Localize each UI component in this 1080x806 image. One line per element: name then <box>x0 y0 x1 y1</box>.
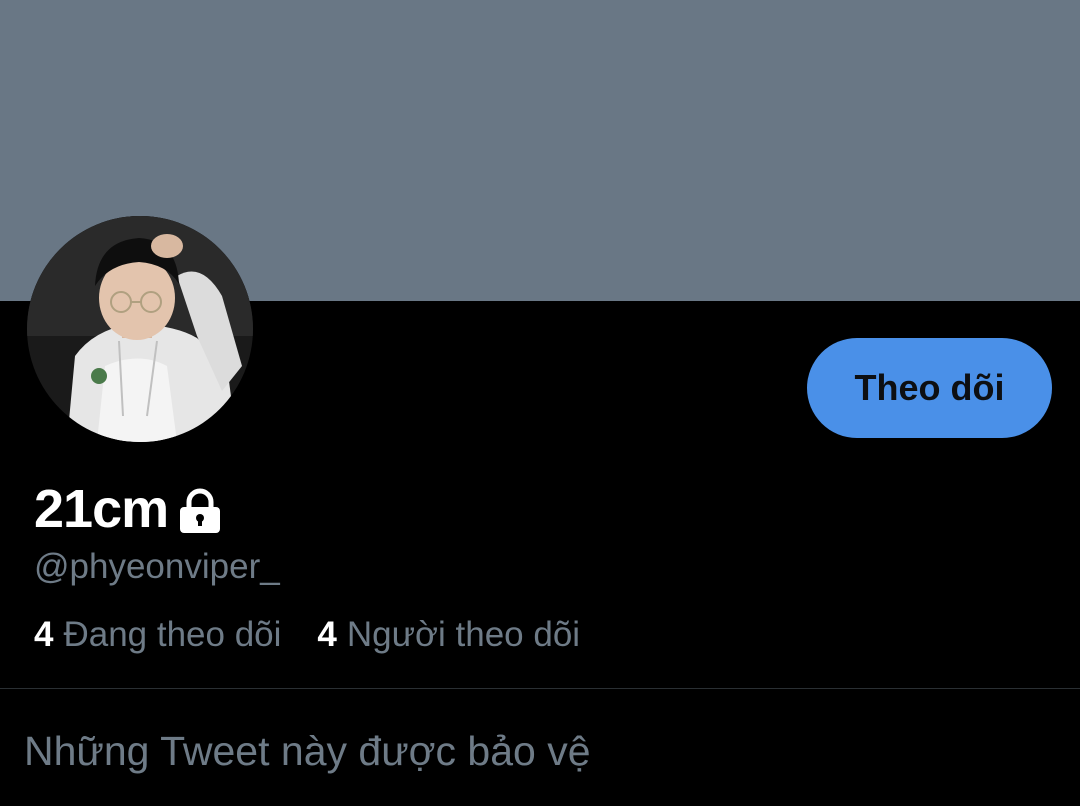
section-divider <box>0 688 1080 689</box>
follow-button[interactable]: Theo dõi <box>807 338 1052 438</box>
avatar[interactable] <box>27 216 253 442</box>
following-count: 4 <box>34 615 54 654</box>
followers-label: Người theo dõi <box>346 615 581 654</box>
follow-stats: 4 Đang theo dõi 4 Người theo dõi <box>34 613 616 657</box>
lock-icon <box>178 488 222 534</box>
profile-handle: @phyeonviper_ <box>34 547 280 586</box>
avatar-photo <box>27 216 253 442</box>
following-stat[interactable]: 4 Đang theo dõi <box>34 613 281 657</box>
name-row: 21cm <box>34 478 222 540</box>
display-name: 21cm <box>34 479 169 539</box>
following-label: Đang theo dõi <box>63 615 282 654</box>
followers-count: 4 <box>317 615 337 654</box>
protected-tweets-notice: Những Tweet này được bảo vệ <box>24 728 591 774</box>
followers-stat[interactable]: 4 Người theo dõi <box>317 613 580 657</box>
profile-page: Theo dõi 21cm @phyeonviper_ 4 Đang theo d… <box>0 0 1080 806</box>
